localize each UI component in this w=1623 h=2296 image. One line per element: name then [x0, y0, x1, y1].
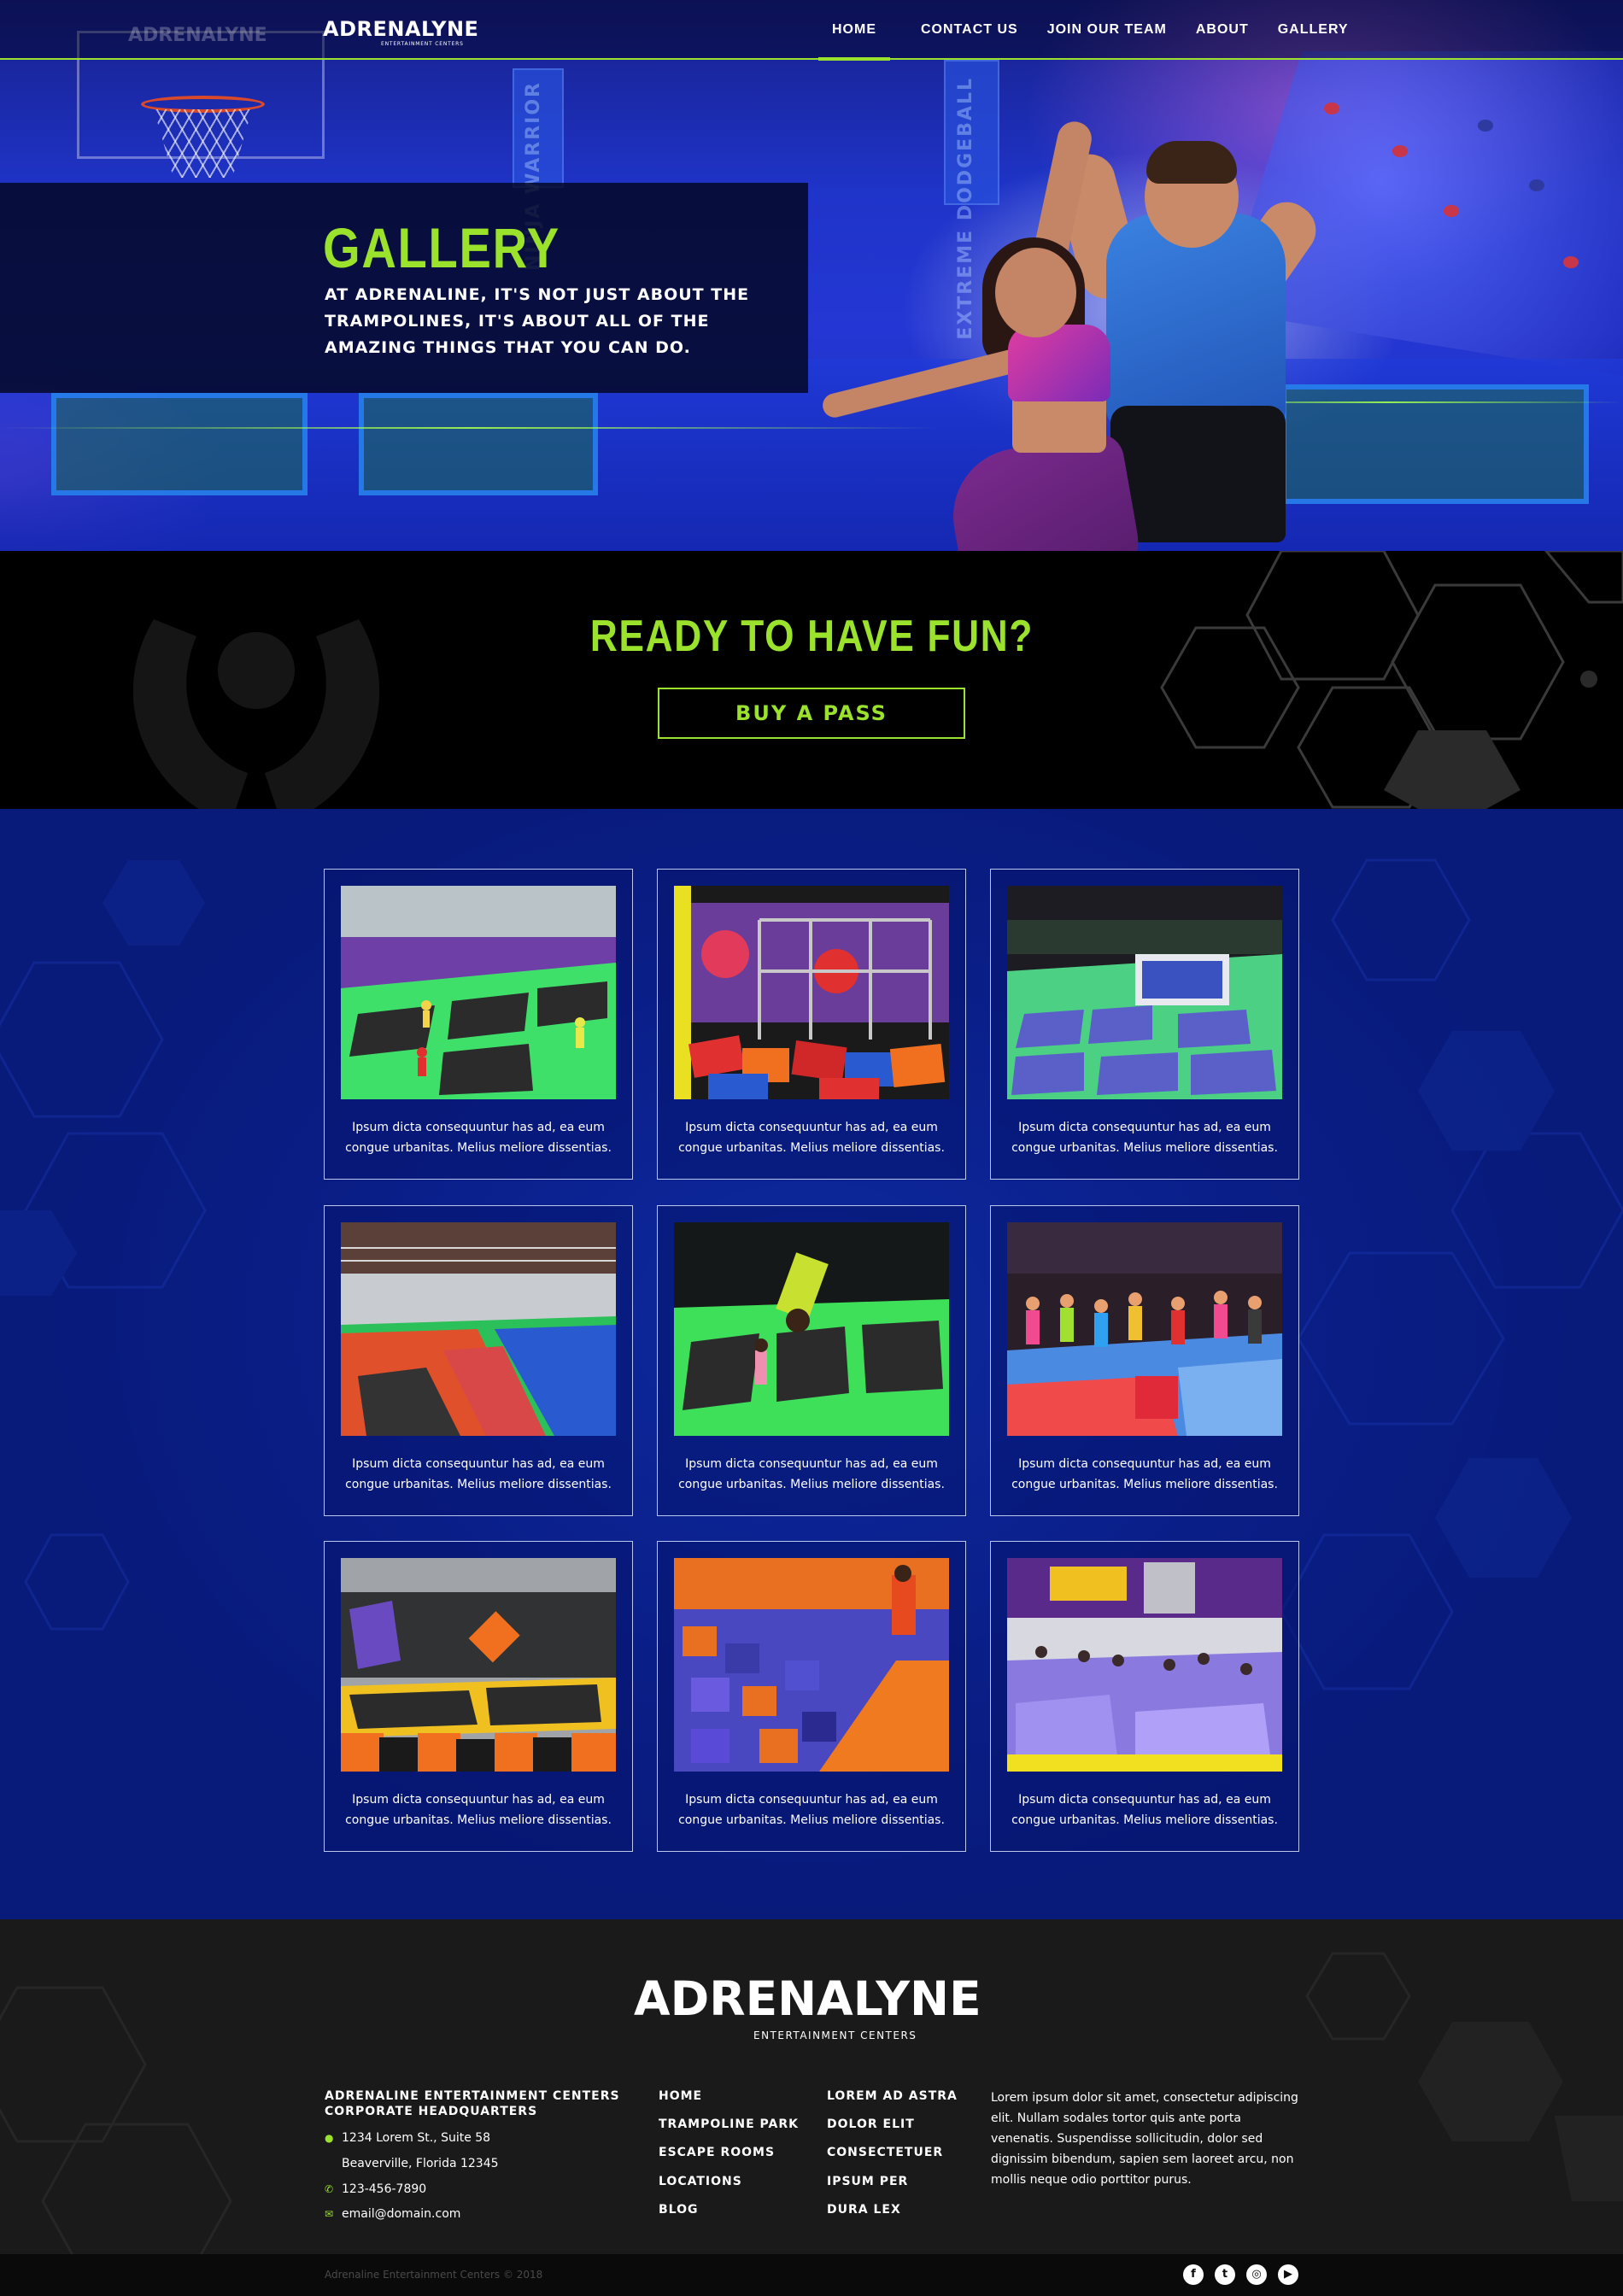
site-footer: ADRENALYNE ENTERTAINMENT CENTERS ADRENAL…	[0, 1919, 1623, 2254]
gallery-image-party-crowd[interactable]	[1007, 1222, 1282, 1436]
gallery-image-backflip[interactable]	[674, 1222, 949, 1436]
gallery-card[interactable]: Ipsum dicta consequuntur has ad, ea eum …	[657, 869, 966, 1180]
instagram-icon[interactable]: ◎	[1246, 2264, 1267, 2285]
footer-link-lorem-ad-astra[interactable]: LOREM AD ASTRA	[827, 2089, 958, 2103]
footer-link-escape-rooms[interactable]: ESCAPE ROOMS	[659, 2146, 775, 2159]
gallery-card[interactable]: Ipsum dicta consequuntur has ad, ea eum …	[657, 1541, 966, 1852]
footer-link-ipsum-per[interactable]: IPSUM PER	[827, 2175, 908, 2188]
svg-text:ADRENALYNE: ADRENALYNE	[128, 25, 267, 46]
phone-icon: ✆	[325, 2183, 334, 2195]
cta-heading: READY TO HAVE FUN?	[589, 612, 1034, 661]
footer-link-home[interactable]: HOME	[659, 2089, 702, 2103]
gallery-image-trampoline-court[interactable]	[341, 886, 616, 1099]
youtube-icon[interactable]: ▶	[1278, 2264, 1298, 2285]
man-shorts	[1110, 406, 1286, 542]
gallery-caption: Ipsum dicta consequuntur has ad, ea eum …	[345, 1121, 612, 1155]
gallery-caption: Ipsum dicta consequuntur has ad, ea eum …	[1011, 1121, 1278, 1155]
gallery-caption: Ipsum dicta consequuntur has ad, ea eum …	[345, 1457, 612, 1491]
hero-section: NINJA WARRIOR EXTREME DODGEBALL GALLERY …	[0, 0, 1623, 551]
nav-contact-us[interactable]: CONTACT US	[907, 0, 1032, 60]
woman-top	[1008, 325, 1110, 401]
woman-head	[995, 248, 1076, 337]
facebook-icon[interactable]: f	[1183, 2264, 1204, 2285]
email-line[interactable]: ✉ email@domain.com	[325, 2207, 460, 2221]
address-line-2: Beaverville, Florida 12345	[342, 2157, 499, 2170]
logo-ghost-icon: ADRENALYNE	[128, 25, 267, 46]
gallery-image-kids-jump[interactable]	[341, 1558, 616, 1772]
gallery-card[interactable]: Ipsum dicta consequuntur has ad, ea eum …	[990, 869, 1299, 1180]
map-pin-icon: ●	[325, 2132, 334, 2144]
footer-link-locations[interactable]: LOCATIONS	[659, 2175, 742, 2188]
footer-link-dura-lex[interactable]: DURA LEX	[827, 2203, 901, 2217]
hero-description: AT ADRENALINE, IT'S NOT JUST ABOUT THE T…	[325, 285, 750, 357]
nav-gallery[interactable]: GALLERY	[1264, 0, 1362, 60]
gallery-caption: Ipsum dicta consequuntur has ad, ea eum …	[678, 1121, 945, 1155]
logo[interactable]: ADRENALYNE ENTERTAINMENT CENTERS	[323, 15, 494, 48]
nav-home[interactable]: HOME	[818, 0, 890, 61]
phone-line[interactable]: ✆ 123-456-7890	[325, 2182, 426, 2196]
gallery-caption: Ipsum dicta consequuntur has ad, ea eum …	[678, 1793, 945, 1827]
gallery-image-trampoline-hall[interactable]	[341, 1222, 616, 1436]
nav-about[interactable]: ABOUT	[1182, 0, 1263, 60]
main-nav: HOME CONTACT US JOIN OUR TEAM ABOUT GALL…	[818, 0, 1364, 61]
mail-icon: ✉	[325, 2208, 334, 2220]
man-hair	[1146, 141, 1237, 184]
gallery-card[interactable]: Ipsum dicta consequuntur has ad, ea eum …	[990, 1205, 1299, 1516]
footer-about-text: Lorem ipsum dolor sit amet, consectetur …	[991, 2091, 1298, 2187]
page-title: GALLERY	[323, 216, 560, 279]
gallery-caption: Ipsum dicta consequuntur has ad, ea eum …	[678, 1457, 945, 1491]
footer-link-trampoline-park[interactable]: TRAMPOLINE PARK	[659, 2117, 799, 2131]
gallery-image-foam-pit[interactable]	[674, 1558, 949, 1772]
address-line-1: ● 1234 Lorem St., Suite 58	[325, 2131, 491, 2145]
gallery-card[interactable]: Ipsum dicta consequuntur has ad, ea eum …	[657, 1205, 966, 1516]
footer-link-dolor-elit[interactable]: DOLOR ELIT	[827, 2117, 915, 2131]
footer-link-consectetuer[interactable]: CONSECTETUER	[827, 2146, 943, 2159]
gallery-caption: Ipsum dicta consequuntur has ad, ea eum …	[345, 1793, 612, 1827]
footer-logo-subtitle: ENTERTAINMENT CENTERS	[753, 2030, 917, 2041]
bottom-bar: Adrenaline Entertainment Centers © 2018 …	[0, 2254, 1623, 2296]
hero-text-panel: GALLERY AT ADRENALINE, IT'S NOT JUST ABO…	[0, 183, 808, 393]
logo-subtitle: ENTERTAINMENT CENTERS	[381, 41, 464, 47]
nav-join-our-team[interactable]: JOIN OUR TEAM	[1034, 0, 1181, 60]
buy-a-pass-button[interactable]: BUY A PASS	[658, 688, 965, 739]
logo-text: ADRENALYNE	[323, 17, 478, 41]
footer-link-blog[interactable]: BLOG	[659, 2203, 699, 2217]
gallery-card[interactable]: Ipsum dicta consequuntur has ad, ea eum …	[324, 1541, 633, 1852]
basketball-net	[154, 109, 252, 178]
gallery-image-trampoline-arena[interactable]	[1007, 886, 1282, 1099]
gallery-section: Ipsum dicta consequuntur has ad, ea eum …	[0, 809, 1623, 1919]
cta-section: READY TO HAVE FUN? BUY A PASS	[0, 551, 1623, 809]
gallery-card[interactable]: Ipsum dicta consequuntur has ad, ea eum …	[324, 1205, 633, 1516]
twitter-icon[interactable]: t	[1215, 2264, 1235, 2285]
hq-title: ADRENALINE ENTERTAINMENT CENTERS CORPORA…	[325, 2089, 620, 2118]
hexagon-pattern-icon	[1160, 551, 1623, 809]
wall-banner-text: EXTREME DODGEBALL	[955, 77, 976, 340]
gallery-card[interactable]: Ipsum dicta consequuntur has ad, ea eum …	[990, 1541, 1299, 1852]
footer-logo-text: ADRENALYNE	[634, 1971, 981, 2026]
gallery-caption: Ipsum dicta consequuntur has ad, ea eum …	[1011, 1457, 1278, 1491]
top-navigation-bar: ADRENALYNE ADRENALYNE ENTERTAINMENT CENT…	[0, 0, 1623, 61]
gallery-card[interactable]: Ipsum dicta consequuntur has ad, ea eum …	[324, 869, 633, 1180]
gallery-image-purple-park[interactable]	[1007, 1558, 1282, 1772]
copyright: Adrenaline Entertainment Centers © 2018	[325, 2269, 543, 2281]
gallery-image-ninja-course[interactable]	[674, 886, 949, 1099]
gallery-caption: Ipsum dicta consequuntur has ad, ea eum …	[1011, 1793, 1278, 1827]
footer-logo[interactable]: ADRENALYNE ENTERTAINMENT CENTERS	[634, 1962, 989, 2047]
